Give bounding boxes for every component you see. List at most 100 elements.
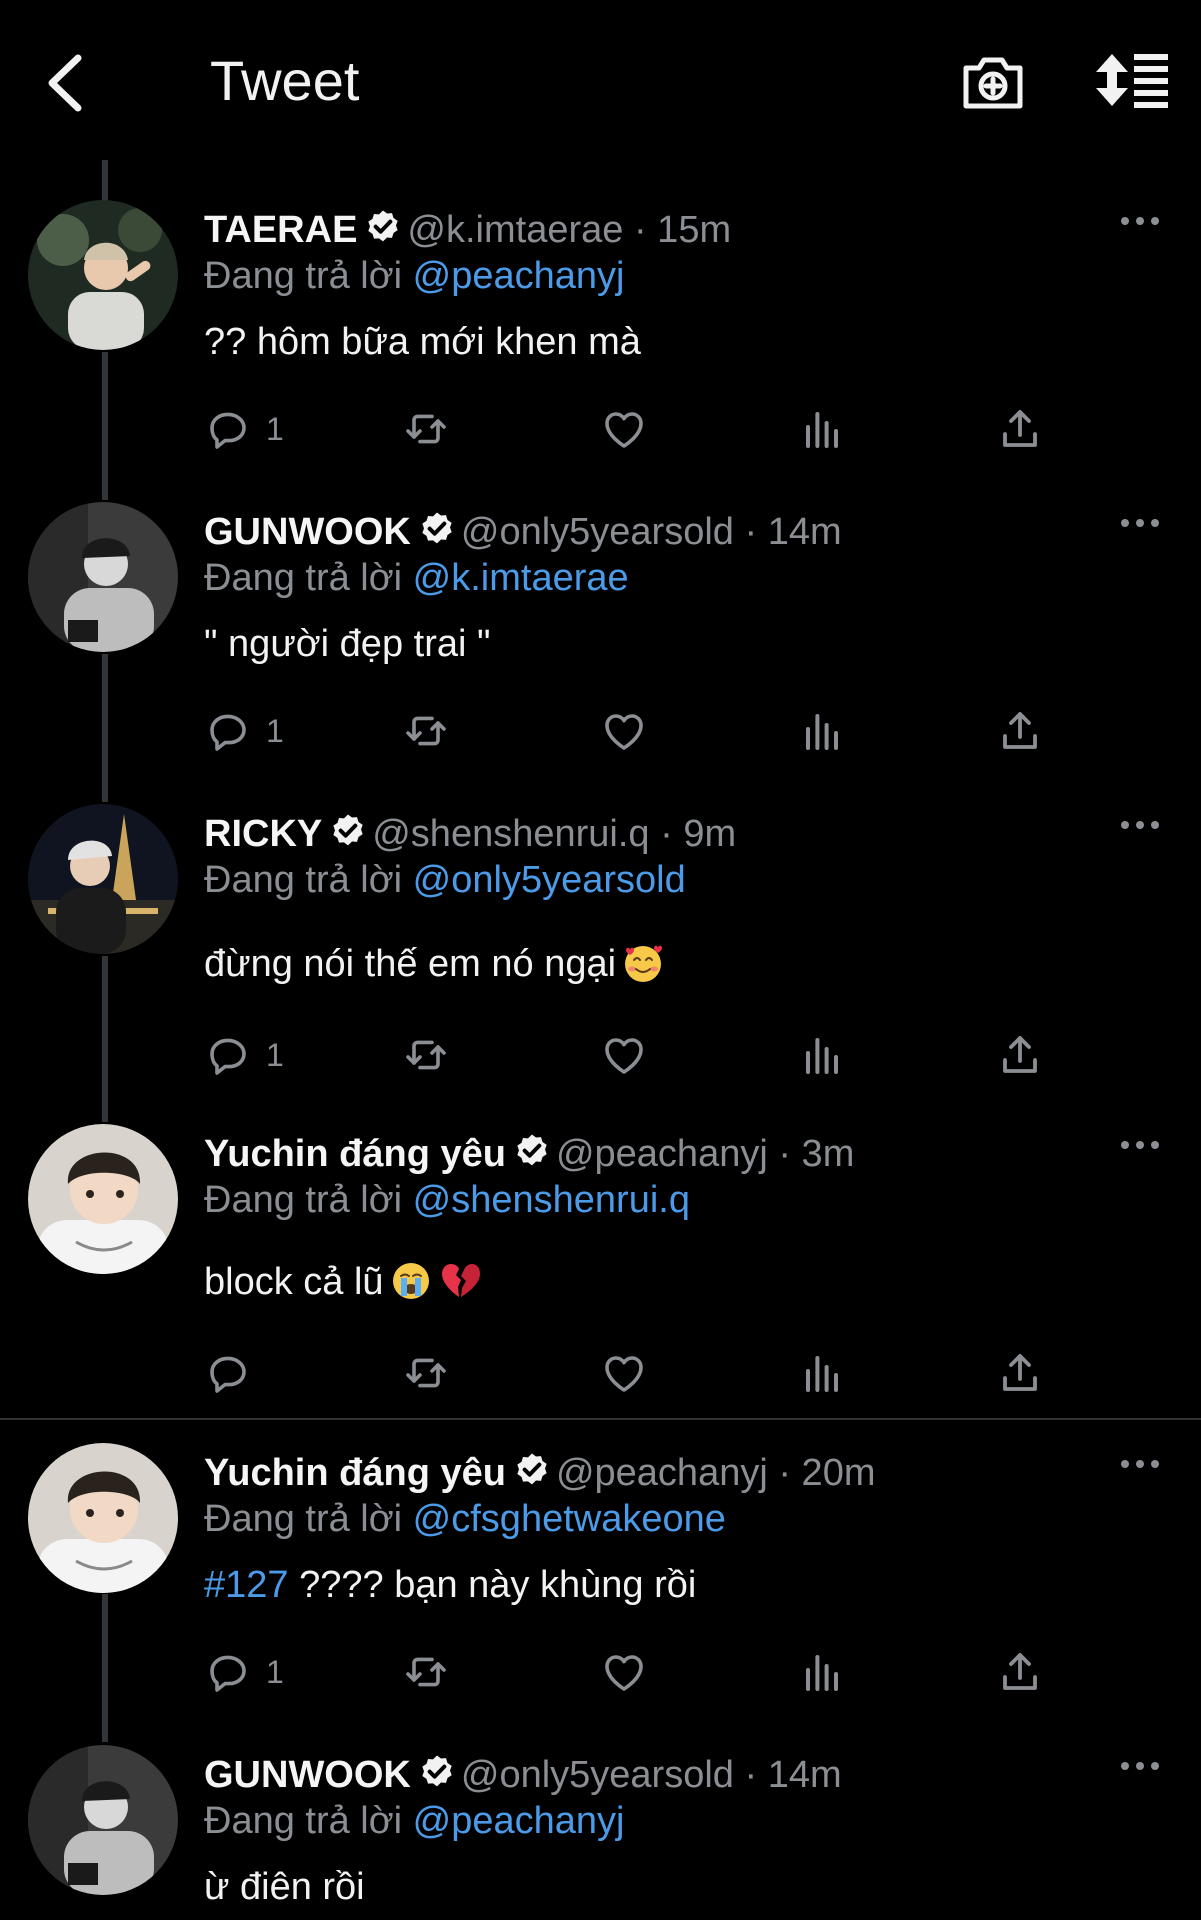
retweet-button[interactable] — [402, 1028, 450, 1082]
display-name[interactable]: RICKY — [204, 813, 322, 855]
display-name[interactable]: GUNWOOK — [204, 511, 411, 553]
back-arrow-icon[interactable] — [40, 50, 90, 116]
more-icon[interactable] — [1118, 516, 1162, 530]
views-button[interactable] — [798, 402, 846, 456]
avatar[interactable] — [28, 804, 178, 954]
mention-link[interactable]: @shenshenrui.q — [413, 1179, 690, 1221]
verified-badge-icon — [363, 208, 403, 248]
display-name[interactable]: TAERAE — [204, 209, 357, 251]
display-name[interactable]: Yuchin đáng yêu — [204, 1452, 506, 1494]
like-icon — [600, 1648, 648, 1696]
user-handle[interactable]: @only5yearsold — [461, 511, 734, 553]
avatar[interactable] — [28, 1124, 178, 1274]
views-icon — [798, 1031, 846, 1079]
mention-link[interactable]: @peachanyj — [413, 255, 625, 297]
verified-badge-icon — [417, 510, 457, 550]
tweet-actions: 1 — [204, 1028, 1084, 1082]
reply-count: 1 — [266, 1653, 284, 1690]
like-button[interactable] — [600, 704, 648, 758]
share-button[interactable] — [996, 1028, 1044, 1082]
share-button[interactable] — [996, 1645, 1044, 1699]
share-button[interactable] — [996, 704, 1044, 758]
reply-button[interactable]: 1 — [204, 1028, 284, 1082]
views-button[interactable] — [798, 704, 846, 758]
more-icon[interactable] — [1118, 1457, 1162, 1471]
mention-link[interactable]: @cfsghetwakeone — [413, 1498, 726, 1540]
like-button[interactable] — [600, 402, 648, 456]
hashtag-link[interactable]: #127 — [204, 1564, 289, 1606]
avatar[interactable] — [28, 1443, 178, 1593]
share-icon — [996, 707, 1044, 755]
thread-line — [102, 160, 108, 202]
more-icon[interactable] — [1118, 1759, 1162, 1773]
like-button[interactable] — [600, 1346, 648, 1400]
share-icon — [996, 405, 1044, 453]
mention-link[interactable]: @k.imtaerae — [413, 557, 629, 599]
reply-icon — [204, 1031, 252, 1079]
reply-count: 1 — [266, 410, 284, 447]
views-icon — [798, 405, 846, 453]
retweet-button[interactable] — [402, 1645, 450, 1699]
user-handle[interactable]: @k.imtaerae — [407, 209, 623, 251]
more-icon[interactable] — [1118, 818, 1162, 832]
share-button[interactable] — [996, 1346, 1044, 1400]
like-icon — [600, 707, 648, 755]
like-button[interactable] — [600, 1028, 648, 1082]
reply-icon — [204, 1349, 252, 1397]
broken-heart-emoji — [441, 1264, 480, 1297]
user-handle[interactable]: @peachanyj — [556, 1452, 768, 1494]
display-name[interactable]: Yuchin đáng yêu — [204, 1133, 506, 1175]
avatar[interactable] — [28, 502, 178, 652]
tweet-body: ừ điên rồi — [204, 1866, 365, 1908]
user-handle[interactable]: @shenshenrui.q — [372, 813, 649, 855]
reply-count: 1 — [266, 1036, 284, 1073]
tweet-actions — [204, 1346, 1084, 1400]
more-icon[interactable] — [1118, 214, 1162, 228]
reply-icon — [204, 405, 252, 453]
sort-list-icon[interactable] — [1094, 52, 1168, 108]
retweet-button[interactable] — [402, 1346, 450, 1400]
like-button[interactable] — [600, 1645, 648, 1699]
reply-icon — [204, 1648, 252, 1696]
reply-icon — [204, 707, 252, 755]
mention-link[interactable]: @peachanyj — [413, 1800, 625, 1842]
share-icon — [996, 1648, 1044, 1696]
avatar[interactable] — [28, 200, 178, 350]
timestamp: · 9m — [660, 813, 737, 855]
reply-prefix: Đang trả lời — [204, 1179, 403, 1221]
mention-link[interactable]: @only5yearsold — [413, 859, 686, 901]
views-button[interactable] — [798, 1346, 846, 1400]
replying-to: Đang trả lời @peachanyj — [204, 254, 625, 298]
display-name[interactable]: GUNWOOK — [204, 1754, 411, 1796]
tweet-text: block cả lũ — [204, 1258, 480, 1306]
timestamp: · 14m — [744, 1754, 842, 1796]
views-button[interactable] — [798, 1645, 846, 1699]
retweet-button[interactable] — [402, 704, 450, 758]
reply-button[interactable]: 1 — [204, 402, 284, 456]
verified-badge-icon — [417, 1753, 457, 1793]
tweet-actions: 1 — [204, 704, 1084, 758]
tweet-text: " người đẹp trai " — [204, 620, 490, 668]
reply-button[interactable]: 1 — [204, 1645, 284, 1699]
share-button[interactable] — [996, 402, 1044, 456]
more-icon[interactable] — [1118, 1138, 1162, 1152]
reply-prefix: Đang trả lời — [204, 859, 403, 901]
verified-badge-icon — [512, 1451, 552, 1491]
reply-button[interactable]: 1 — [204, 704, 284, 758]
user-handle[interactable]: @peachanyj — [556, 1133, 768, 1175]
retweet-icon — [402, 1648, 450, 1696]
avatar[interactable] — [28, 1745, 178, 1895]
replying-to: Đang trả lời @cfsghetwakeone — [204, 1497, 726, 1541]
views-icon — [798, 1648, 846, 1696]
thread-line — [102, 956, 108, 1122]
replying-to: Đang trả lời @only5yearsold — [204, 858, 686, 902]
like-icon — [600, 1031, 648, 1079]
reply-button[interactable] — [204, 1346, 266, 1400]
retweet-button[interactable] — [402, 402, 450, 456]
user-handle[interactable]: @only5yearsold — [461, 1754, 734, 1796]
conversation-divider — [0, 1418, 1201, 1420]
tweet-body: " người đẹp trai " — [204, 623, 491, 665]
views-button[interactable] — [798, 1028, 846, 1082]
camera-plus-icon[interactable] — [960, 50, 1026, 112]
top-nav-bar: Tweet — [0, 0, 1201, 160]
